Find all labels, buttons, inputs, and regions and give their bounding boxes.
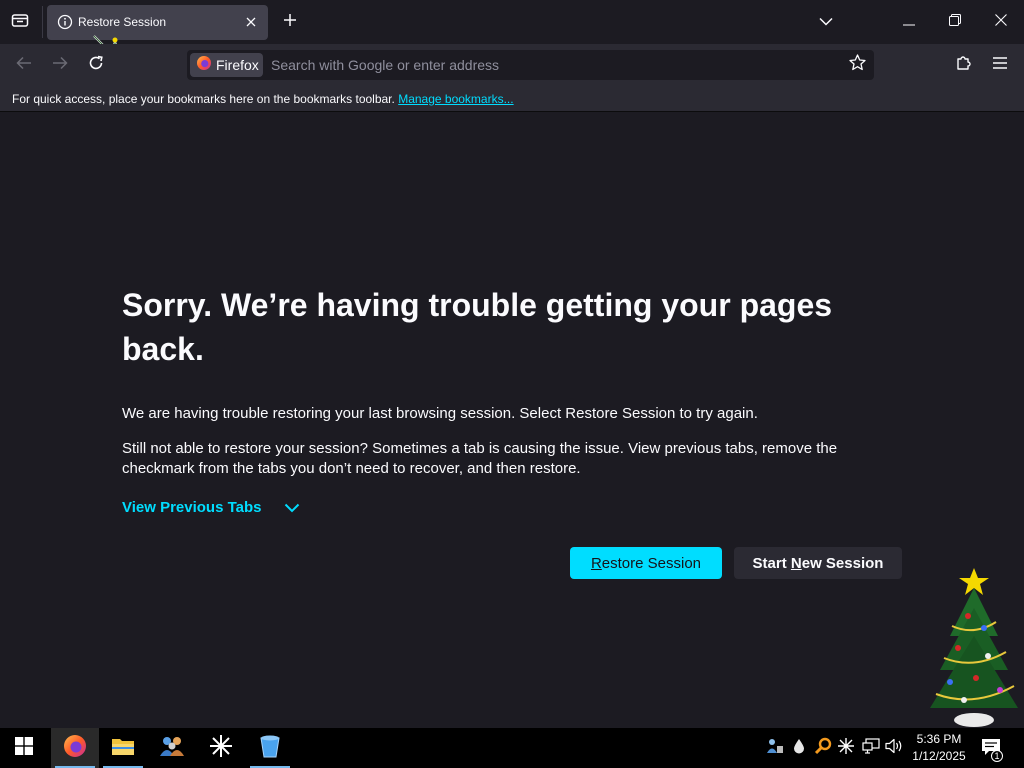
close-window-button[interactable] — [978, 0, 1024, 44]
restore-session-page: Sorry. We’re having trouble getting your… — [0, 113, 1024, 728]
windows-taskbar: 5:36 PM 1/12/2025 1 — [0, 728, 1024, 768]
taskbar-recycle-bin[interactable] — [246, 728, 294, 768]
action-center-button[interactable]: 1 — [978, 736, 1004, 762]
restore-label-accesskey: R — [590, 554, 602, 572]
start-button[interactable] — [0, 728, 48, 768]
url-input[interactable] — [271, 50, 831, 80]
people-icon — [159, 734, 185, 763]
bookmarks-toolbar: For quick access, place your bookmarks h… — [0, 86, 1024, 112]
system-clock[interactable]: 5:36 PM 1/12/2025 — [906, 731, 972, 765]
tray-search-key[interactable] — [813, 737, 833, 760]
error-help-text: Still not able to restore your session? … — [122, 440, 838, 477]
error-description: We are having trouble restoring your las… — [122, 405, 758, 422]
page-title: Sorry. We’re having trouble getting your… — [122, 287, 833, 367]
firefox-view-icon — [11, 12, 29, 33]
network-share-icon — [766, 737, 784, 760]
water-drop-icon — [793, 738, 805, 759]
bookmarks-empty-text: For quick access, place your bookmarks h… — [12, 92, 395, 106]
identity-box[interactable]: Firefox — [190, 53, 263, 77]
recycle-bin-icon — [259, 734, 281, 763]
restore-session-button[interactable]: Restore Session — [570, 547, 722, 579]
bookmarks-toolbar-message: For quick access, place your bookmarks h… — [12, 92, 514, 106]
network-icon — [862, 737, 880, 759]
firefox-logo-icon — [196, 55, 212, 76]
new-tab-button[interactable] — [278, 9, 302, 35]
chevron-down-icon — [819, 13, 833, 31]
restore-window-button[interactable] — [932, 0, 978, 44]
list-all-tabs-button[interactable] — [814, 9, 838, 35]
puzzle-piece-icon — [956, 54, 972, 76]
app-menu-button[interactable] — [986, 51, 1014, 79]
asterisk-tray-icon — [838, 737, 854, 759]
clock-date: 1/12/2025 — [912, 749, 966, 763]
minimize-icon — [903, 13, 915, 31]
taskbar-file-explorer[interactable] — [99, 728, 147, 768]
hamburger-menu-icon — [993, 56, 1007, 74]
back-button[interactable] — [10, 51, 38, 79]
taskbar-people-app[interactable] — [148, 728, 196, 768]
restore-label-rest: estore Session — [601, 554, 702, 572]
windows-logo-icon — [15, 736, 33, 760]
restore-window-icon — [949, 13, 961, 31]
minimize-button[interactable] — [886, 0, 932, 44]
close-tab-icon[interactable] — [242, 13, 260, 31]
extensions-button[interactable] — [950, 51, 978, 79]
new-session-label-prefix: Start — [752, 554, 791, 572]
firefox-icon — [63, 734, 87, 763]
taskbar-asterisk-app[interactable] — [197, 728, 245, 768]
tab-restore-session[interactable]: Restore Session — [47, 5, 268, 40]
bookmark-star-button[interactable] — [846, 54, 868, 76]
reload-button[interactable] — [82, 51, 110, 79]
new-session-label-rest: ew Session — [801, 554, 884, 572]
clock-time: 5:36 PM — [916, 732, 962, 746]
manage-bookmarks-link[interactable]: Manage bookmarks... — [398, 92, 513, 106]
arrow-right-icon — [52, 56, 68, 75]
christmas-tree-decoration — [930, 568, 1018, 727]
star-icon — [848, 54, 866, 76]
tray-water-drop[interactable] — [789, 738, 809, 758]
taskbar-firefox[interactable] — [51, 728, 99, 768]
notification-count-badge: 1 — [991, 750, 1003, 762]
tab-bar: Restore Session — [0, 0, 1024, 66]
view-previous-tabs-label: View Previous Tabs — [122, 499, 262, 516]
tray-asterisk[interactable] — [836, 737, 856, 759]
chevron-down-icon — [284, 503, 300, 513]
start-new-session-button[interactable]: Start New Session — [734, 547, 902, 579]
new-session-label-accesskey: N — [790, 554, 802, 572]
plus-icon — [283, 13, 297, 32]
close-icon — [995, 13, 1007, 31]
view-previous-tabs-toggle[interactable]: View Previous Tabs — [122, 499, 300, 516]
tray-network-share[interactable] — [765, 738, 785, 758]
firefox-view-button[interactable] — [6, 8, 34, 36]
address-bar[interactable]: Firefox — [187, 50, 874, 80]
tab-separator — [42, 6, 43, 38]
navigation-toolbar: Firefox — [0, 44, 1024, 86]
tray-volume[interactable] — [884, 738, 904, 758]
asterisk-app-icon — [209, 734, 233, 763]
forward-button[interactable] — [46, 51, 74, 79]
tab-title: Restore Session — [78, 15, 167, 29]
info-icon — [57, 14, 73, 30]
arrow-left-icon — [16, 56, 32, 75]
volume-icon — [885, 738, 903, 759]
file-explorer-icon — [111, 736, 135, 761]
search-key-icon — [814, 737, 832, 760]
identity-label: Firefox — [216, 57, 259, 73]
reload-icon — [88, 55, 104, 76]
tray-network[interactable] — [861, 737, 881, 759]
